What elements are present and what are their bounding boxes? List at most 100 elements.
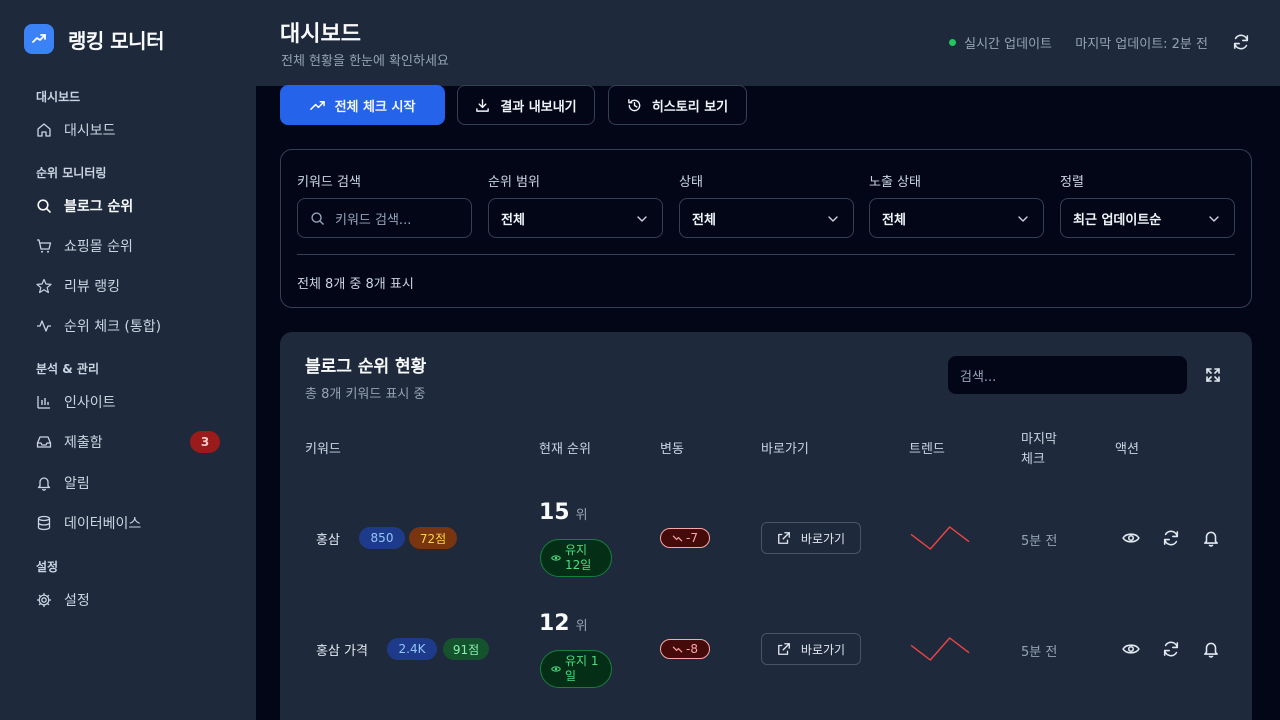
sidebar-item-inbox[interactable]: 제출함 3 [36, 428, 220, 456]
download-icon [476, 98, 490, 112]
eye-icon [551, 666, 561, 672]
table-search-input[interactable]: 검색... [948, 356, 1187, 394]
rank-value: 12 [539, 611, 570, 636]
goto-label: 바로가기 [800, 531, 846, 546]
col-header-change: 변동 [660, 442, 684, 457]
sidebar: 랭킹 모니터 대시보드 대시보드 순위 모니터링 블로그 순위 쇼핑몰 순위 리… [0, 0, 256, 720]
gear-icon [36, 592, 52, 608]
col-header-rank: 현재 순위 [539, 442, 591, 457]
trend-line [910, 637, 970, 661]
current-rank: 15 위 [539, 500, 588, 525]
goto-button[interactable]: 바로가기 [761, 633, 861, 665]
bar-chart-icon [37, 396, 50, 409]
inbox-icon [36, 436, 52, 448]
external-link-icon [778, 643, 790, 655]
rank-value: 15 [539, 500, 570, 525]
nav-section-analysis: 분석 & 관리 [36, 362, 99, 376]
range-select[interactable]: 전체 [488, 198, 663, 238]
row-keyword: 홍삼 가격 [316, 643, 368, 659]
search-icon [311, 211, 324, 225]
export-button[interactable]: 결과 내보내기 [457, 85, 595, 125]
sidebar-item-settings[interactable]: 설정 [36, 586, 220, 614]
trend-sparkline [910, 526, 970, 550]
current-rank: 12 위 [539, 611, 588, 636]
col-header-last-check-line2: 체크 [1021, 452, 1045, 467]
start-check-button[interactable]: 전체 체크 시작 [280, 85, 445, 125]
trend-sparkline [910, 637, 970, 661]
refresh-icon[interactable] [1162, 529, 1180, 547]
trending-up-icon [309, 100, 325, 110]
database-icon [37, 515, 51, 531]
keep-status-badge: 유지 12일 [540, 539, 612, 577]
bell-icon [37, 477, 51, 491]
sidebar-item-label: 대시보드 [64, 123, 116, 139]
status-select[interactable]: 전체 [679, 198, 854, 238]
table-title: 블로그 순위 현황 [305, 357, 427, 377]
divider [297, 254, 1235, 255]
bell-icon[interactable] [1202, 529, 1220, 547]
search-volume-badge: 850 [359, 527, 405, 549]
expand-icon[interactable] [1205, 367, 1221, 383]
live-status-label: 실시간 업데이트 [964, 37, 1052, 52]
sidebar-item-label: 블로그 순위 [64, 199, 134, 215]
keep-status-line1: 유지 1 [565, 654, 599, 668]
page-title: 대시보드 [280, 22, 361, 47]
topbar: 대시보드 전체 현황을 한눈에 확인하세요 실시간 업데이트 마지막 업데이트:… [256, 0, 1280, 86]
sidebar-item-label: 인사이트 [64, 395, 116, 411]
keyword-search-input[interactable]: 키워드 검색... [297, 198, 472, 238]
goto-label: 바로가기 [800, 642, 846, 657]
keep-status-line2: 일 [565, 669, 577, 683]
table-row: 홍삼 가격 2.4K 91점 12 위 유지 1일 -8 바로가기 5분 전 [280, 609, 1252, 720]
chevron-down-icon [1209, 216, 1219, 222]
status-select-value: 전체 [692, 212, 716, 228]
home-icon [37, 123, 51, 137]
sort-select-value: 최근 업데이트순 [1073, 212, 1162, 228]
search-volume-badge: 2.4K [387, 638, 437, 660]
rank-change-badge: -7 [660, 528, 710, 548]
sidebar-item-label: 리뷰 랭킹 [64, 279, 120, 295]
rank-change-value: -7 [686, 531, 698, 545]
blog-rank-table-card: 블로그 순위 현황 총 8개 키워드 표시 중 검색... 키워드 현재 순위 … [280, 332, 1252, 720]
sidebar-item-alerts[interactable]: 알림 [36, 469, 220, 497]
sidebar-item-review-ranking[interactable]: 리뷰 랭킹 [36, 272, 220, 300]
sidebar-item-label: 쇼핑몰 순위 [64, 239, 133, 255]
refresh-icon[interactable] [1162, 640, 1180, 658]
sidebar-item-shopping-rank[interactable]: 쇼핑몰 순위 [36, 232, 220, 260]
col-header-keyword: 키워드 [305, 442, 341, 457]
chevron-down-icon [1018, 216, 1028, 222]
last-update-text: 마지막 업데이트: 2분 전 [1075, 37, 1208, 52]
nav-section-dashboard: 대시보드 [36, 90, 81, 104]
sidebar-item-label: 설정 [64, 593, 90, 609]
eye-icon[interactable] [1122, 640, 1140, 658]
sidebar-item-insights[interactable]: 인사이트 [36, 388, 220, 416]
history-button[interactable]: 히스토리 보기 [608, 85, 747, 125]
table-subtitle: 총 8개 키워드 표시 중 [305, 387, 426, 402]
sidebar-item-database[interactable]: 데이터베이스 [36, 509, 220, 537]
sidebar-item-blog-rank[interactable]: 블로그 순위 [36, 192, 220, 220]
nav-section-rank-monitoring: 순위 모니터링 [36, 166, 107, 180]
brand[interactable]: 랭킹 모니터 [24, 24, 164, 54]
rank-change-badge: -8 [660, 639, 710, 659]
range-filter-label: 순위 범위 [488, 175, 540, 190]
start-check-label: 전체 체크 시작 [334, 99, 416, 115]
sort-select[interactable]: 최근 업데이트순 [1060, 198, 1235, 238]
sidebar-item-dashboard[interactable]: 대시보드 [36, 116, 220, 144]
goto-button[interactable]: 바로가기 [761, 522, 861, 554]
refresh-icon[interactable] [1232, 33, 1250, 51]
page-subtitle: 전체 현황을 한눈에 확인하세요 [281, 54, 449, 69]
sidebar-item-rank-check[interactable]: 순위 체크 (통합) [36, 312, 220, 340]
col-header-last-check: 마지막 체크 [1021, 430, 1057, 470]
exposure-select[interactable]: 전체 [869, 198, 1044, 238]
star-icon [36, 278, 52, 294]
eye-icon [551, 555, 561, 561]
sort-filter-label: 정렬 [1060, 175, 1084, 190]
last-check-time: 5분 전 [1021, 534, 1058, 549]
live-dot-icon [949, 39, 957, 46]
eye-icon[interactable] [1122, 529, 1140, 547]
bell-icon[interactable] [1202, 640, 1220, 658]
cart-icon [37, 239, 52, 253]
inbox-count-badge: 3 [190, 431, 220, 453]
keep-status-line1: 유지 [565, 543, 588, 557]
col-header-action: 액션 [1115, 442, 1139, 457]
filter-panel: 키워드 검색 키워드 검색... 순위 범위 전체 상태 전체 노출 상태 전체… [280, 149, 1252, 308]
